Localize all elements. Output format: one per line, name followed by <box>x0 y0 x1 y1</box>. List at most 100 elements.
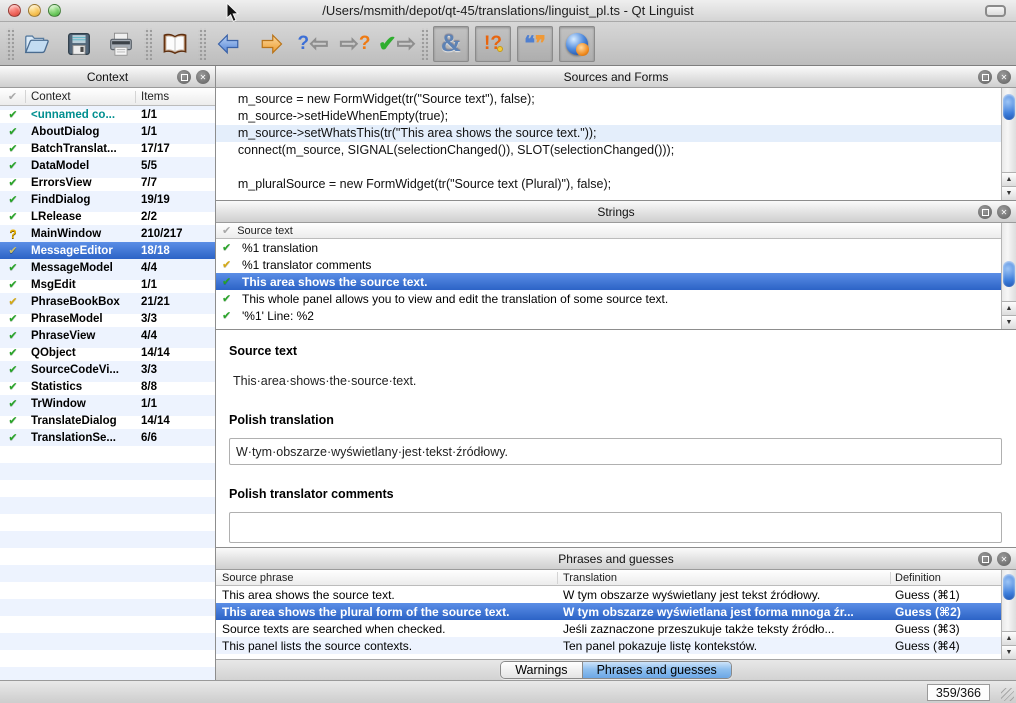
accelerators-button[interactable]: & <box>433 26 469 62</box>
scroll-up-button[interactable]: ▲ <box>1002 172 1016 186</box>
scroll-down-button[interactable]: ▼ <box>1002 645 1016 659</box>
string-row[interactable]: ✔%1 translation <box>216 239 1001 256</box>
scroll-up-button[interactable]: ▲ <box>1002 301 1016 315</box>
ending-punctuation-icon: !? <box>484 34 502 53</box>
float-panel-button[interactable] <box>978 552 992 566</box>
float-panel-button[interactable] <box>978 205 992 219</box>
context-row[interactable]: ✔DataModel5/5 <box>0 157 215 174</box>
next-unfinished-icon: ⇨? <box>340 32 371 55</box>
check-icon: ✔ <box>8 126 17 138</box>
scroll-down-button[interactable]: ▼ <box>1002 186 1016 200</box>
string-row[interactable]: ✔'%1' Line: %2 <box>216 307 1001 324</box>
context-list[interactable]: ✔<unnamed co...1/1✔AboutDialog1/1✔BatchT… <box>0 106 215 680</box>
phrase-row[interactable]: This area shows the source text.W tym ob… <box>216 586 1001 603</box>
sources-panel-header[interactable]: Sources and Forms ✕ <box>216 66 1016 88</box>
float-panel-button[interactable] <box>177 70 191 84</box>
context-row[interactable]: ✔ErrorsView7/7 <box>0 174 215 191</box>
context-row[interactable]: ✔<unnamed co...1/1 <box>0 106 215 123</box>
string-row[interactable]: ✔%1 translator comments <box>216 256 1001 273</box>
string-row[interactable]: ✔This whole panel allows you to view and… <box>216 290 1001 307</box>
context-row[interactable]: ✔MsgEdit1/1 <box>0 276 215 293</box>
scrollbar-thumb[interactable] <box>1003 94 1015 120</box>
phrases-list[interactable]: This area shows the source text.W tym ob… <box>216 586 1001 654</box>
phrases-panel-header[interactable]: Phrases and guesses ✕ <box>216 548 1016 570</box>
phrase-source: Source texts are searched when checked. <box>216 622 558 636</box>
context-row[interactable]: ✔PhraseView4/4 <box>0 327 215 344</box>
phrase-matches-button[interactable]: ❝❞ <box>517 26 553 62</box>
context-row[interactable]: ?MainWindow210/217 <box>0 225 215 242</box>
context-row[interactable]: ✔TranslationSe...6/6 <box>0 429 215 446</box>
scroll-down-button[interactable]: ▼ <box>1002 315 1016 329</box>
strings-column-header[interactable]: ✔ Source text <box>216 223 1001 239</box>
close-panel-button[interactable]: ✕ <box>196 70 210 84</box>
phrases-column-header[interactable]: Source phrase Translation Definition <box>216 570 1001 586</box>
context-row[interactable]: ✔LRelease2/2 <box>0 208 215 225</box>
check-icon: ✔ <box>8 364 17 376</box>
context-row[interactable]: ✔QObject14/14 <box>0 344 215 361</box>
context-row[interactable]: ✔TranslateDialog14/14 <box>0 412 215 429</box>
strings-list-area: ✔ Source text ✔%1 translation✔%1 transla… <box>216 223 1001 329</box>
float-panel-button[interactable] <box>978 70 992 84</box>
context-panel-title: Context <box>87 70 128 84</box>
titlebar[interactable]: /Users/msmith/depot/qt-45/translations/l… <box>0 0 1016 22</box>
check-icon: ✔ <box>8 432 17 444</box>
context-row[interactable]: ✔Statistics8/8 <box>0 378 215 395</box>
strings-list[interactable]: ✔%1 translation✔%1 translator comments✔T… <box>216 239 1001 324</box>
phrase-row[interactable]: This panel lists the source contexts.Ten… <box>216 637 1001 654</box>
close-panel-button[interactable]: ✕ <box>997 205 1011 219</box>
prev-unfinished-button[interactable]: ?⇨ <box>293 25 333 63</box>
polish-translator-comments-input[interactable] <box>229 512 1002 543</box>
open-button[interactable] <box>17 25 57 63</box>
done-and-next-button[interactable]: ✔⇨ <box>377 25 417 63</box>
context-row[interactable]: ✔FindDialog19/19 <box>0 191 215 208</box>
context-row[interactable]: ✔SourceCodeVi...3/3 <box>0 361 215 378</box>
context-row[interactable]: ✔MessageModel4/4 <box>0 259 215 276</box>
print-button[interactable] <box>101 25 141 63</box>
phrase-row[interactable]: Source texts are searched when checked.J… <box>216 620 1001 637</box>
context-panel-header[interactable]: Context ✕ <box>0 66 215 88</box>
toolbar-toggle-button[interactable] <box>985 5 1006 17</box>
context-name: PhraseModel <box>26 313 136 325</box>
forward-button[interactable] <box>251 25 291 63</box>
source-code-view[interactable]: m_source = new FormWidget(tr("Source tex… <box>216 88 1001 200</box>
save-button[interactable] <box>59 25 99 63</box>
context-row[interactable]: ✔MessageEditor18/18 <box>0 242 215 259</box>
context-row[interactable]: ✔TrWindow1/1 <box>0 395 215 412</box>
context-row[interactable]: ✔PhraseBookBox21/21 <box>0 293 215 310</box>
sources-scrollbar[interactable]: ▲ ▼ <box>1001 88 1016 200</box>
mouse-cursor-icon <box>226 2 240 23</box>
scroll-up-button[interactable]: ▲ <box>1002 631 1016 645</box>
context-row[interactable]: ✔PhraseModel3/3 <box>0 310 215 327</box>
next-unfinished-button[interactable]: ⇨? <box>335 25 375 63</box>
back-button[interactable] <box>209 25 249 63</box>
float-icon <box>181 74 188 81</box>
scrollbar-thumb[interactable] <box>1003 261 1015 287</box>
punctuation-button[interactable]: !? <box>475 26 511 62</box>
context-row[interactable]: ✔AboutDialog1/1 <box>0 123 215 140</box>
context-items-count: 14/14 <box>136 415 215 427</box>
close-panel-button[interactable]: ✕ <box>997 552 1011 566</box>
phrases-scrollbar[interactable]: ▲ ▼ <box>1001 570 1016 659</box>
context-name: Statistics <box>26 381 136 393</box>
strings-panel-header[interactable]: Strings ✕ <box>216 201 1016 223</box>
close-panel-button[interactable]: ✕ <box>997 70 1011 84</box>
check-icon: ✔ <box>8 415 17 427</box>
context-column-header[interactable]: ✔ Context Items <box>0 88 215 106</box>
resize-grip[interactable] <box>1001 688 1014 701</box>
source-code-line: m_source = new FormWidget(tr("Source tex… <box>216 91 1001 108</box>
phrasebook-button[interactable] <box>155 25 195 63</box>
context-items-count: 14/14 <box>136 347 215 359</box>
strings-scrollbar[interactable]: ▲ ▼ <box>1001 223 1016 329</box>
polish-translation-input[interactable] <box>229 438 1002 465</box>
phrase-row[interactable]: This area shows the plural form of the s… <box>216 603 1001 620</box>
panel-tabs: Warnings Phrases and guesses <box>500 661 732 679</box>
context-row[interactable]: ✔BatchTranslat...17/17 <box>0 140 215 157</box>
context-items-count: 6/6 <box>136 432 215 444</box>
tab-phrases-and-guesses[interactable]: Phrases and guesses <box>583 662 731 678</box>
context-name: MessageEditor <box>26 245 136 257</box>
place-markers-button[interactable] <box>559 26 595 62</box>
string-row[interactable]: ✔This area shows the source text. <box>216 273 1001 290</box>
source-text: %1 translator comments <box>238 258 371 272</box>
scrollbar-thumb[interactable] <box>1003 574 1015 600</box>
tab-warnings[interactable]: Warnings <box>501 662 582 678</box>
